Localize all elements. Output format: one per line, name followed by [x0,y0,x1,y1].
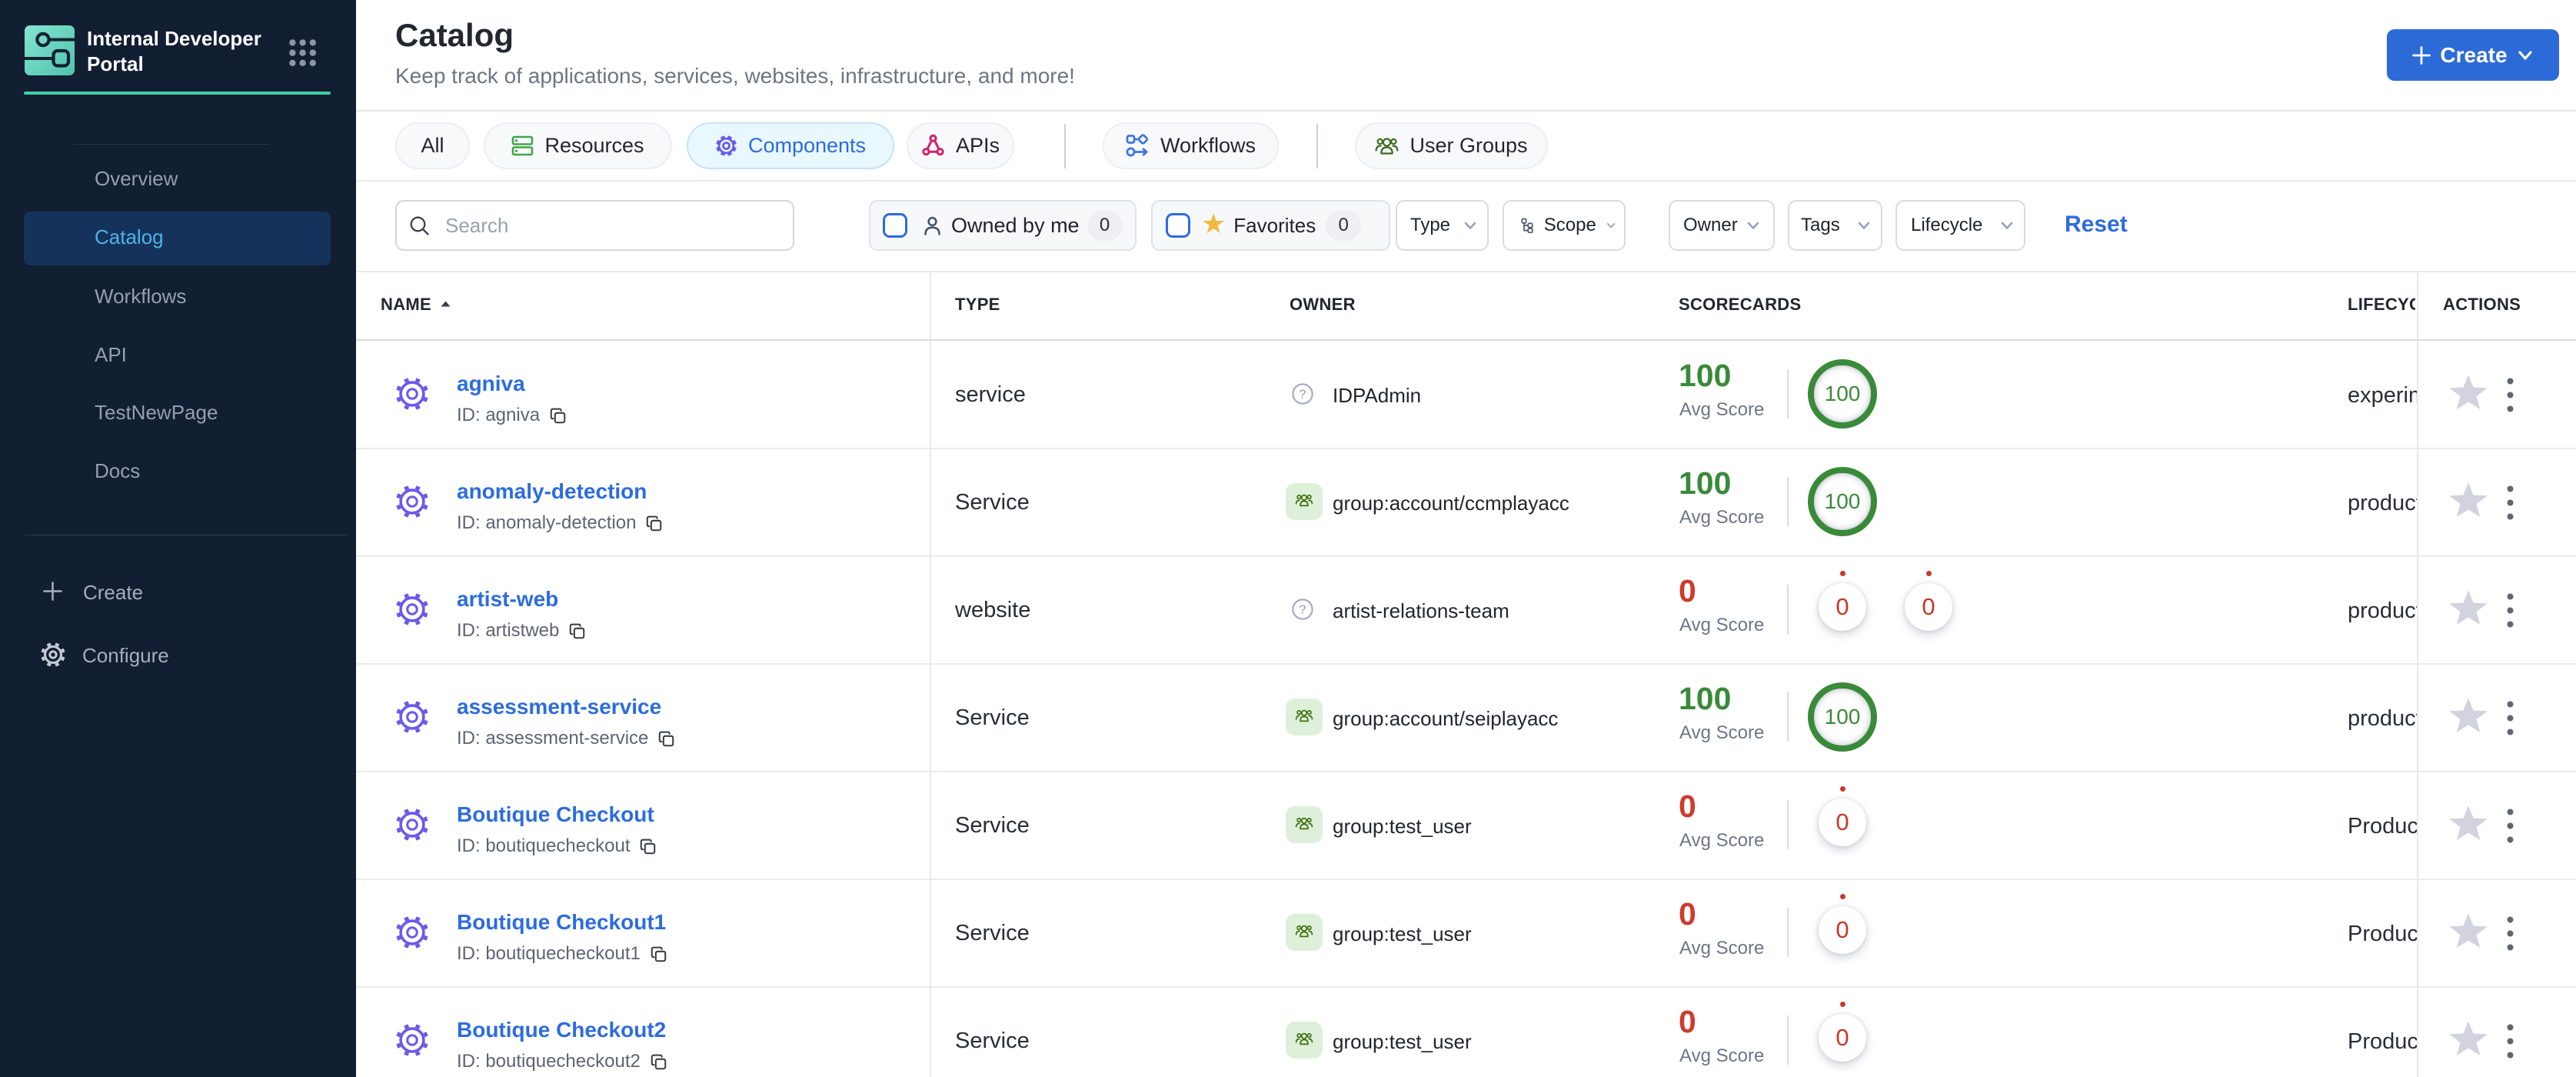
svg-text:?: ? [1300,388,1306,402]
svg-text:?: ? [1300,604,1306,617]
